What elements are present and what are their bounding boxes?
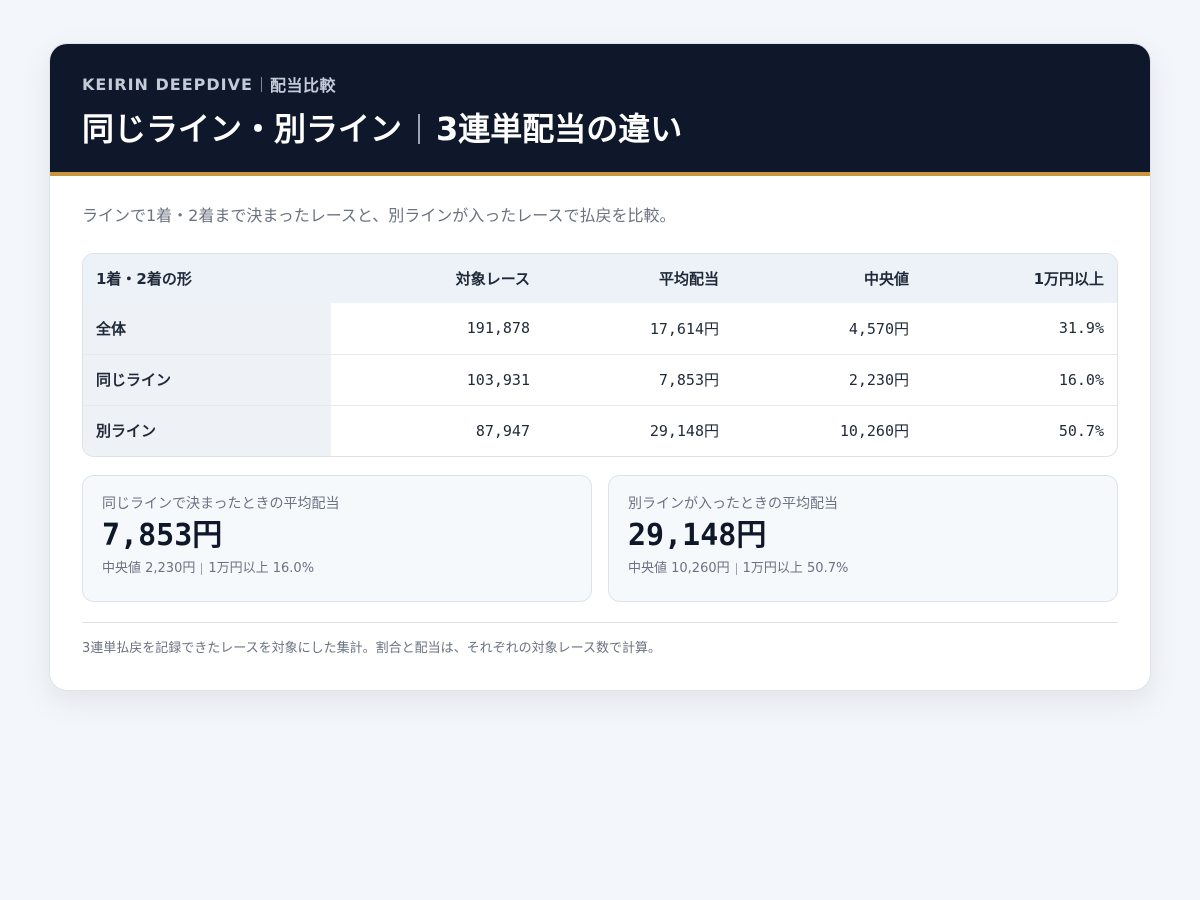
column-header-median: 中央値 (732, 254, 922, 303)
cell-median: 10,260円 (732, 404, 922, 456)
cell-over-10k: 31.9% (1058, 319, 1104, 338)
table-header-row: 1着・2着の形 対象レース 平均配当 中央値 1万円以上 (83, 254, 1117, 303)
table-row: 全体 191,878 17,614円 4,570円 31.9% (83, 303, 1117, 354)
column-header-races: 対象レース (331, 254, 543, 303)
stat-meta: 中央値 2,230円 1万円以上 16.0% (102, 560, 572, 578)
brand-name: KEIRIN DEEPDIVE (82, 74, 253, 94)
column-header-average: 平均配当 (543, 254, 732, 303)
table-row: 同じライン 103,931 7,853円 2,230円 16.0% (83, 353, 1117, 405)
subtitle: ラインで1着・2着まで決まったレースと、別ラインが入ったレースで払戻を比較。 (82, 206, 676, 225)
stat-over-10k: 1万円以上 16.0% (208, 561, 315, 576)
table-row: 別ライン 87,947 29,148円 10,260円 50.7% (83, 404, 1117, 456)
eyebrow-separator (260, 76, 262, 92)
stat-label: 別ラインが入ったときの平均配当 (628, 496, 838, 512)
cell-average: 17,614円 (649, 319, 719, 338)
title-separator (418, 114, 421, 144)
cell-median: 4,570円 (848, 319, 909, 338)
section-name: 配当比較 (269, 76, 336, 95)
stat-median: 中央値 10,260円 (628, 561, 730, 576)
row-label: 全体 (83, 303, 331, 354)
meta-separator (201, 563, 203, 575)
stat-meta: 中央値 10,260円 1万円以上 50.7% (628, 560, 1098, 578)
column-header-pattern: 1着・2着の形 (83, 254, 331, 303)
stat-median: 中央値 2,230円 (102, 561, 196, 576)
cell-races: 103,931 (331, 353, 543, 405)
card-header: KEIRIN DEEPDIVE 配当比較 同じライン・別ライン 3連単配当の違い (50, 44, 1150, 176)
card-content: ラインで1着・2着まで決まったレースと、別ラインが入ったレースで払戻を比較。 1… (50, 205, 1150, 658)
cell-races: 191,878 (466, 319, 530, 338)
eyebrow: KEIRIN DEEPDIVE 配当比較 (82, 73, 1118, 96)
title-right: 3連単配当の違い (436, 110, 683, 148)
footnote: 3連単払戻を記録できたレースを対象にした集計。割合と配当は、それぞれの対象レース… (82, 641, 661, 656)
cell-median: 2,230円 (732, 353, 922, 405)
stat-card-same-line: 同じラインで決まったときの平均配当 7,853円 中央値 2,230円 1万円以… (82, 475, 592, 602)
row-label: 別ライン (83, 404, 331, 456)
payout-comparison-card: KEIRIN DEEPDIVE 配当比較 同じライン・別ライン 3連単配当の違い… (49, 43, 1151, 691)
page-title: 同じライン・別ライン 3連単配当の違い (82, 109, 1118, 149)
cell-over-10k: 50.7% (922, 404, 1117, 456)
stat-value: 7,853円 (102, 518, 223, 553)
footnote-divider (82, 622, 1118, 623)
cell-average: 7,853円 (543, 353, 732, 405)
cell-over-10k: 16.0% (922, 353, 1117, 405)
stat-label: 同じラインで決まったときの平均配当 (102, 496, 340, 512)
stat-over-10k: 1万円以上 50.7% (742, 561, 849, 576)
title-left: 同じライン・別ライン (82, 110, 403, 148)
stat-cards: 同じラインで決まったときの平均配当 7,853円 中央値 2,230円 1万円以… (82, 475, 1118, 602)
cell-average: 29,148円 (543, 404, 732, 456)
cell-races: 87,947 (331, 404, 543, 456)
stat-card-different-line: 別ラインが入ったときの平均配当 29,148円 中央値 10,260円 1万円以… (608, 475, 1118, 602)
row-label: 同じライン (83, 353, 331, 405)
meta-separator (735, 563, 737, 575)
column-header-over-10k: 1万円以上 (922, 254, 1117, 303)
stat-value: 29,148円 (628, 518, 767, 553)
comparison-table: 1着・2着の形 対象レース 平均配当 中央値 1万円以上 全体 191,878 … (82, 253, 1118, 457)
